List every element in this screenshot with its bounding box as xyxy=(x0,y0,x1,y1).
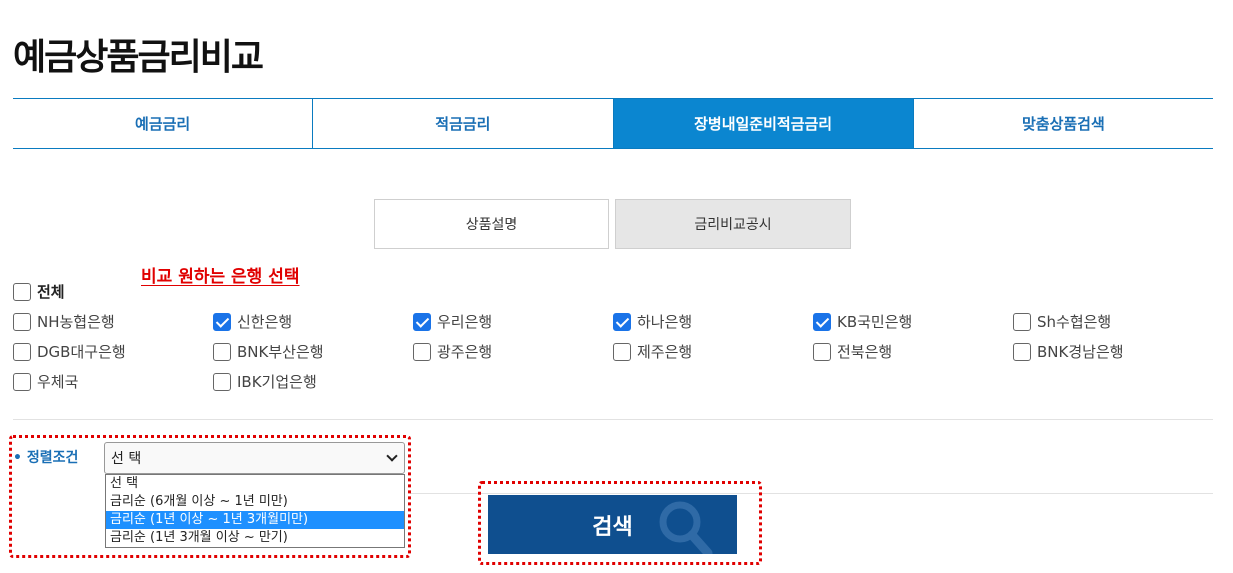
checkbox-label: 하나은행 xyxy=(637,313,693,331)
checkbox-bank[interactable]: KB국민은행 xyxy=(813,311,912,332)
checkbox-label: 우체국 xyxy=(37,373,79,391)
sort-option[interactable]: 선 택 xyxy=(106,475,404,493)
tab-savings-rate[interactable]: 적금금리 xyxy=(313,99,614,148)
page-title: 예금상품금리비교 xyxy=(13,37,264,78)
sort-condition-label: • 정렬조건 xyxy=(13,450,79,466)
magnifier-icon xyxy=(659,501,713,554)
main-tabs: 예금금리 적금금리 장병내일준비적금금리 맞춤상품검색 xyxy=(13,98,1213,149)
checkbox-bank[interactable]: Sh수협은행 xyxy=(1013,311,1111,332)
checkbox-bank[interactable]: NH농협은행 xyxy=(13,311,115,332)
sort-option[interactable]: 금리순 (6개월 이상 ~ 1년 미만) xyxy=(106,493,404,511)
checkbox-box[interactable] xyxy=(1013,312,1031,331)
checkbox-bank[interactable]: DGB대구은행 xyxy=(13,341,126,362)
search-button[interactable]: 검색 xyxy=(488,495,737,554)
section-divider xyxy=(13,419,1213,420)
checkbox-bank[interactable]: 제주은행 xyxy=(613,341,692,362)
checkbox-bank[interactable]: 우리은행 xyxy=(413,311,492,332)
sort-select-value: 선 택 xyxy=(111,451,142,467)
checkbox-label: NH농협은행 xyxy=(37,313,115,331)
checkbox-label: IBK기업은행 xyxy=(237,373,317,391)
tab-deposit-rate[interactable]: 예금금리 xyxy=(13,99,314,148)
checkbox-bank[interactable]: BNK경남은행 xyxy=(1013,341,1124,362)
sort-option[interactable]: 금리순 (1년 3개월 이상 ~ 만기) xyxy=(106,529,404,547)
checkbox-bank[interactable]: IBK기업은행 xyxy=(213,371,317,392)
checkbox-bank[interactable]: 하나은행 xyxy=(613,311,692,332)
checkbox-label: 제주은행 xyxy=(637,343,693,361)
checkbox-box[interactable] xyxy=(13,372,31,391)
checkbox-bank[interactable]: 광주은행 xyxy=(413,341,492,362)
checkbox-bank[interactable]: 신한은행 xyxy=(213,311,292,332)
checkbox-label: 신한은행 xyxy=(237,313,293,331)
checkbox-label: Sh수협은행 xyxy=(1037,313,1112,331)
checkbox-box[interactable] xyxy=(613,342,631,361)
tab-soldier-savings-rate[interactable]: 장병내일준비적금금리 xyxy=(613,99,914,148)
sub-tabs: 상품설명 금리비교공시 xyxy=(374,199,851,249)
checkbox-label: KB국민은행 xyxy=(837,313,913,331)
subtab-rate-comparison[interactable]: 금리비교공시 xyxy=(615,199,851,249)
sort-option[interactable]: 금리순 (1년 이상 ~ 1년 3개월미만) xyxy=(106,511,404,529)
checkbox-label: 우리은행 xyxy=(437,313,493,331)
checkbox-label: 광주은행 xyxy=(437,343,493,361)
bank-select-annotation: 비교 원하는 은행 선택 xyxy=(141,267,300,287)
checkbox-box[interactable] xyxy=(613,312,631,331)
sort-options-list: 선 택 금리순 (6개월 이상 ~ 1년 미만) 금리순 (1년 이상 ~ 1년… xyxy=(105,474,405,548)
checkbox-box[interactable] xyxy=(13,342,31,361)
checkbox-box[interactable] xyxy=(413,342,431,361)
checkbox-all[interactable]: 전체 xyxy=(13,281,65,302)
subtab-product-description[interactable]: 상품설명 xyxy=(374,199,609,249)
checkbox-box[interactable] xyxy=(13,312,31,331)
checkbox-bank[interactable]: BNK부산은행 xyxy=(213,341,324,362)
checkbox-box[interactable] xyxy=(413,312,431,331)
checkbox-label: DGB대구은행 xyxy=(37,343,126,361)
checkbox-box[interactable] xyxy=(813,312,831,331)
sort-select[interactable]: 선 택 xyxy=(104,442,405,474)
checkbox-label: BNK부산은행 xyxy=(237,343,324,361)
checkbox-box[interactable] xyxy=(1013,342,1031,361)
checkbox-all-box[interactable] xyxy=(13,282,31,301)
checkbox-bank[interactable]: 우체국 xyxy=(13,371,78,392)
checkbox-box[interactable] xyxy=(213,312,231,331)
search-button-label: 검색 xyxy=(592,514,633,540)
checkbox-box[interactable] xyxy=(213,372,231,391)
checkbox-all-label: 전체 xyxy=(37,283,65,301)
checkbox-label: BNK경남은행 xyxy=(1037,343,1124,361)
checkbox-box[interactable] xyxy=(213,342,231,361)
checkbox-box[interactable] xyxy=(813,342,831,361)
chevron-down-icon xyxy=(386,450,398,462)
tab-custom-product-search[interactable]: 맞춤상품검색 xyxy=(914,99,1213,148)
checkbox-bank[interactable]: 전북은행 xyxy=(813,341,892,362)
checkbox-label: 전북은행 xyxy=(837,343,893,361)
